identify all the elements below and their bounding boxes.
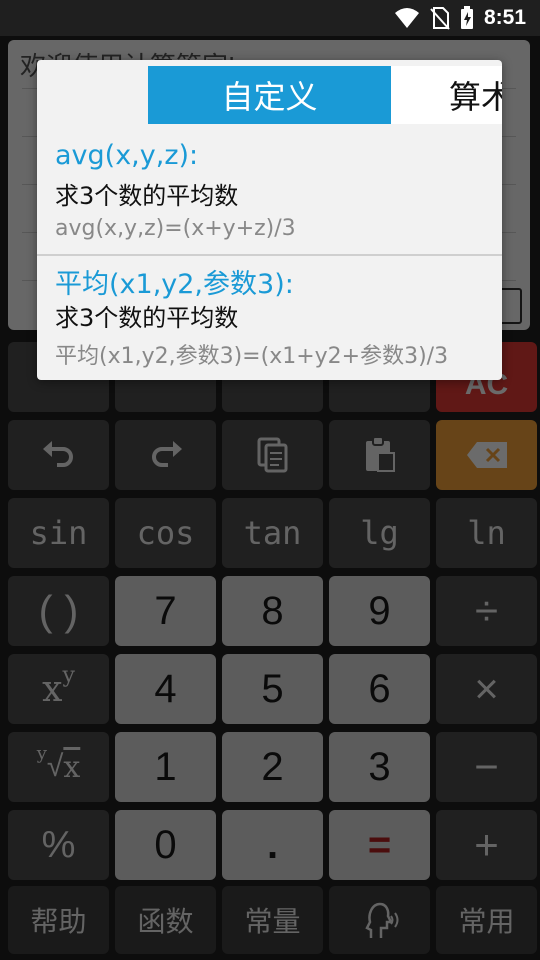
digit-1-key[interactable]: 1: [115, 732, 216, 802]
function-item-avg[interactable]: avg(x,y,z): 求3个数的平均数 avg(x,y,z)=(x+y+z)/…: [37, 140, 502, 252]
voice-icon: [364, 902, 398, 938]
digit-9-key[interactable]: 9: [329, 576, 430, 646]
digit-7-key[interactable]: 7: [115, 576, 216, 646]
voice-button[interactable]: [329, 886, 430, 954]
cos-key[interactable]: cos: [115, 498, 216, 568]
root-key[interactable]: y √ x: [8, 732, 109, 802]
constants-button[interactable]: 常量: [222, 886, 323, 954]
tab-custom[interactable]: 自定义: [148, 66, 391, 124]
function-item-average[interactable]: 平均(x1,y2,参数3): 求3个数的平均数 平均(x1,y2,参数3)=(x…: [37, 262, 502, 374]
redo-button[interactable]: [115, 420, 216, 490]
category-tabs: 自定义 算术: [37, 60, 502, 128]
power-exponent: y: [62, 662, 75, 688]
function-description: 求3个数的平均数: [55, 304, 239, 332]
clock: 8:51: [483, 6, 526, 29]
wifi-icon: [394, 8, 419, 28]
paste-button[interactable]: [329, 420, 430, 490]
function-formula: 平均(x1,y2,参数3)=(x1+y2+参数3)/3: [55, 344, 449, 369]
digit-0-key[interactable]: 0: [115, 810, 216, 880]
decimal-point-key[interactable]: .: [222, 810, 323, 880]
digit-2-key[interactable]: 2: [222, 732, 323, 802]
tan-key[interactable]: tan: [222, 498, 323, 568]
power-base: x: [42, 668, 63, 710]
percent-key[interactable]: %: [8, 810, 109, 880]
divider: [37, 254, 502, 256]
backspace-icon: [466, 442, 507, 468]
plus-key[interactable]: +: [436, 810, 537, 880]
help-button[interactable]: 帮助: [8, 886, 109, 954]
root-radicand: x: [63, 749, 81, 785]
functions-button[interactable]: 函数: [115, 886, 216, 954]
digit-6-key[interactable]: 6: [329, 654, 430, 724]
minus-key[interactable]: −: [436, 732, 537, 802]
copy-icon: [257, 437, 287, 473]
digit-5-key[interactable]: 5: [222, 654, 323, 724]
digit-8-key[interactable]: 8: [222, 576, 323, 646]
paste-icon: [365, 436, 395, 472]
backspace-button[interactable]: [436, 420, 537, 490]
power-key[interactable]: xy: [8, 654, 109, 724]
function-title: avg(x,y,z):: [55, 140, 199, 171]
root-index: y: [36, 742, 47, 764]
no-sim-icon: [430, 7, 450, 30]
multiply-key[interactable]: ×: [436, 654, 537, 724]
battery-charging-icon: [460, 6, 473, 29]
keypad: AC sin cos tan lg ln ( ) 7 8 9 ÷ xy 4 5 …: [0, 336, 540, 960]
digit-4-key[interactable]: 4: [115, 654, 216, 724]
undo-button[interactable]: [8, 420, 109, 490]
ln-key[interactable]: ln: [436, 498, 537, 568]
tab-arithmetic[interactable]: 算术: [391, 66, 502, 124]
function-description: 求3个数的平均数: [55, 182, 239, 210]
divide-key[interactable]: ÷: [436, 576, 537, 646]
equals-key[interactable]: =: [329, 810, 430, 880]
lg-key[interactable]: lg: [329, 498, 430, 568]
function-list-dialog: 自定义 算术 avg(x,y,z): 求3个数的平均数 avg(x,y,z)=(…: [37, 60, 502, 380]
common-button[interactable]: 常用: [436, 886, 537, 954]
function-title: 平均(x1,y2,参数3):: [55, 269, 294, 300]
redo-icon: [151, 441, 182, 467]
radical-icon: √: [46, 750, 64, 783]
parentheses-key[interactable]: ( ): [8, 576, 109, 646]
status-bar: 8:51: [0, 0, 540, 36]
undo-icon: [42, 441, 73, 467]
copy-button[interactable]: [222, 420, 323, 490]
function-formula: avg(x,y,z)=(x+y+z)/3: [55, 216, 296, 241]
digit-3-key[interactable]: 3: [329, 732, 430, 802]
sin-key[interactable]: sin: [8, 498, 109, 568]
